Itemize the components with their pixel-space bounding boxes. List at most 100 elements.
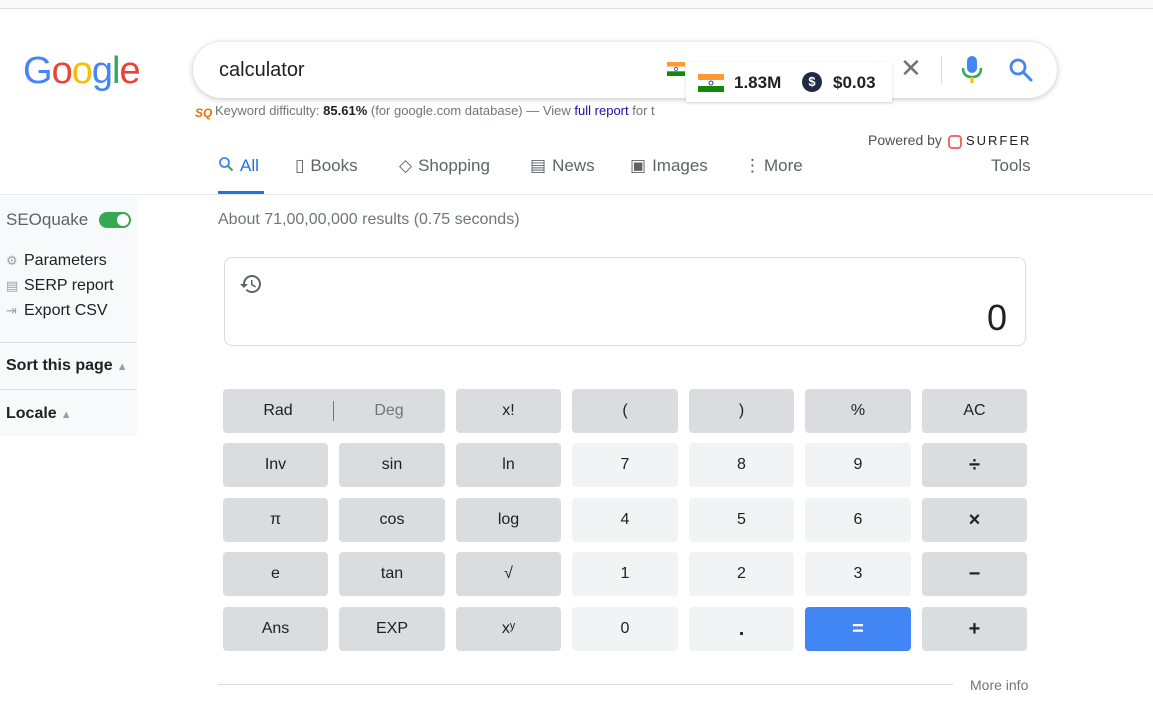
- logo-letter: l: [111, 50, 121, 92]
- microphone-icon[interactable]: [961, 56, 983, 84]
- left-paren-key[interactable]: (: [572, 389, 678, 433]
- search-icon: [219, 157, 234, 172]
- sort-label: Sort this page: [6, 357, 113, 374]
- cos-key[interactable]: cos: [339, 498, 445, 542]
- e-key[interactable]: e: [223, 552, 328, 596]
- history-icon[interactable]: [239, 272, 263, 296]
- all-clear-key[interactable]: AC: [922, 389, 1027, 433]
- tab-more-label: More: [764, 156, 803, 175]
- tab-all[interactable]: All: [218, 156, 264, 194]
- digit-5-key[interactable]: 5: [689, 498, 794, 542]
- more-vert-icon: ⋮: [744, 156, 761, 175]
- sidebar-item-label: Parameters: [24, 252, 107, 269]
- inverse-key[interactable]: Inv: [223, 443, 328, 487]
- deg-option[interactable]: Deg: [334, 389, 444, 433]
- tag-icon: ◇: [399, 156, 413, 175]
- calculator-result: 0: [986, 297, 1007, 338]
- logo-letter: o: [51, 50, 73, 92]
- locale-section[interactable]: Locale ▲: [6, 405, 72, 423]
- equals-key[interactable]: =: [805, 607, 911, 651]
- rad-option[interactable]: Rad: [223, 389, 333, 433]
- tan-key[interactable]: tan: [339, 552, 445, 596]
- minus-key[interactable]: −: [922, 552, 1027, 596]
- digit-9-key[interactable]: 9: [805, 443, 911, 487]
- search-icon[interactable]: [1008, 57, 1034, 83]
- digit-4-key[interactable]: 4: [572, 498, 678, 542]
- calculator-display: 0: [224, 257, 1026, 346]
- digit-8-key[interactable]: 8: [689, 443, 794, 487]
- locale-label: Locale: [6, 405, 57, 422]
- kd-tail: for t: [632, 103, 655, 118]
- rad-deg-toggle[interactable]: Rad Deg: [223, 389, 445, 433]
- digit-3-key[interactable]: 3: [805, 552, 911, 596]
- percent-key[interactable]: %: [805, 389, 911, 433]
- google-logo[interactable]: Google: [23, 50, 141, 93]
- keyword-difficulty-line: SQ Keyword difficulty: 85.61% (for google…: [195, 103, 685, 122]
- exp-key[interactable]: EXP: [339, 607, 445, 651]
- search-input[interactable]: calculator: [219, 59, 305, 82]
- digit-1-key[interactable]: 1: [572, 552, 678, 596]
- result-stats: About 71,00,00,000 results (0.75 seconds…: [218, 211, 520, 228]
- seoquake-keyword-popup: 1.83M $ $0.03: [686, 62, 892, 102]
- tabs-divider: [0, 194, 1153, 195]
- tab-shopping-label: Shopping: [418, 156, 490, 175]
- digit-2-key[interactable]: 2: [689, 552, 794, 596]
- sqrt-key[interactable]: √: [456, 552, 561, 596]
- ln-key[interactable]: ln: [456, 443, 561, 487]
- multiply-key[interactable]: ×: [922, 498, 1027, 542]
- more-info-divider: [218, 684, 953, 685]
- logo-letter: G: [23, 50, 53, 92]
- tab-books-label: Books: [310, 156, 358, 175]
- tab-shopping[interactable]: ◇ Shopping: [399, 156, 490, 176]
- tab-more[interactable]: ⋮ More: [744, 156, 803, 176]
- right-paren-key[interactable]: ): [689, 389, 794, 433]
- search-volume: 1.83M: [734, 73, 782, 92]
- logo-letter: o: [71, 50, 93, 92]
- chevron-up-icon: ▲: [60, 409, 72, 421]
- decimal-point-key[interactable]: .: [689, 607, 794, 651]
- full-report-link[interactable]: full report: [574, 103, 628, 118]
- seoquake-toggle[interactable]: [99, 212, 131, 228]
- seoquake-title: SEOquake: [6, 210, 89, 229]
- pi-key[interactable]: π: [223, 498, 328, 542]
- clear-search-icon[interactable]: ✕: [900, 53, 922, 84]
- surfer-logo-icon: [947, 135, 962, 149]
- book-icon: ▯: [295, 156, 305, 175]
- sidebar-item-serp-report[interactable]: ▤ SERP report: [6, 277, 114, 295]
- tab-all-label: All: [240, 156, 259, 175]
- sidebar-item-export-csv[interactable]: ⇥ Export CSV: [6, 302, 108, 320]
- more-info-link[interactable]: More info: [970, 677, 1028, 693]
- digit-7-key[interactable]: 7: [572, 443, 678, 487]
- search-box[interactable]: calculator ★ ✕: [193, 42, 1057, 98]
- sin-key[interactable]: sin: [339, 443, 445, 487]
- sidebar-item-parameters[interactable]: ⚙ Parameters: [6, 252, 107, 270]
- seoquake-logo-icon: SQ: [195, 106, 213, 120]
- gear-icon: ⚙: [6, 253, 18, 268]
- logo-letter: e: [119, 50, 140, 92]
- factorial-key[interactable]: x!: [456, 389, 561, 433]
- sort-this-page[interactable]: Sort this page ▲: [6, 357, 128, 375]
- kd-db-text: (for google.com database) — View: [370, 103, 571, 118]
- divide-key[interactable]: ÷: [922, 443, 1027, 487]
- india-flag-icon: [667, 62, 685, 76]
- india-flag-icon: [698, 74, 724, 92]
- log-key[interactable]: log: [456, 498, 561, 542]
- export-icon: ⇥: [6, 303, 17, 318]
- powered-by-surfer[interactable]: Powered by SURFER: [868, 132, 1031, 149]
- image-icon: ▣: [630, 156, 647, 175]
- power-key[interactable]: xʸ: [456, 607, 561, 651]
- sidebar-divider: [0, 389, 137, 390]
- plus-key[interactable]: +: [922, 607, 1027, 651]
- tab-images-label: Images: [652, 156, 708, 175]
- newspaper-icon: ▤: [530, 156, 547, 175]
- tab-news[interactable]: ▤ News: [530, 156, 595, 176]
- digit-6-key[interactable]: 6: [805, 498, 911, 542]
- digit-0-key[interactable]: 0: [572, 607, 678, 651]
- chevron-up-icon: ▲: [116, 361, 128, 373]
- answer-key[interactable]: Ans: [223, 607, 328, 651]
- seoquake-sidebar: SEOquake ⚙ Parameters ▤ SERP report ⇥ Expor…: [0, 196, 137, 436]
- logo-letter: g: [91, 50, 113, 92]
- tab-images[interactable]: ▣ Images: [630, 156, 708, 176]
- tools-button[interactable]: Tools: [991, 156, 1031, 176]
- tab-books[interactable]: ▯ Books: [295, 156, 358, 176]
